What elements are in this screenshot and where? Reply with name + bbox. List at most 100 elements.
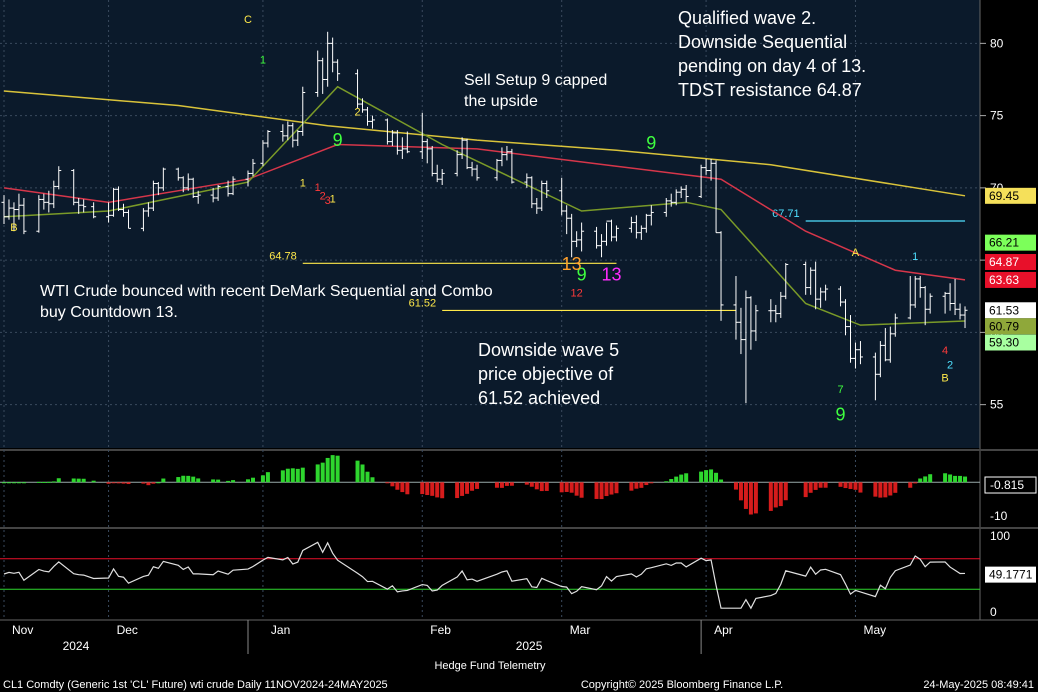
histogram-bar — [76, 478, 81, 483]
price-tick-label: 80 — [990, 36, 1004, 50]
histogram-bar — [669, 479, 674, 483]
histogram-bar — [370, 477, 375, 483]
histogram-bar — [245, 479, 250, 483]
histogram-bar — [768, 482, 773, 511]
histogram-bar — [524, 482, 529, 485]
histogram-bar — [191, 476, 196, 483]
histogram-bar — [91, 480, 96, 483]
histogram-bar — [405, 482, 410, 495]
histogram-bar — [733, 482, 738, 490]
histogram-bar — [121, 482, 126, 484]
histogram-bar — [494, 482, 499, 488]
right-price-label: 60.79 — [989, 319, 1019, 333]
histogram-bar — [574, 482, 579, 496]
histogram-bar — [360, 464, 365, 483]
footer-left: CL1 Comdty (Generic 1st 'CL' Future) wti… — [3, 679, 388, 691]
year-label: 2025 — [516, 639, 543, 653]
footer-copyright: Copyright© 2025 Bloomberg Finance L.P. — [581, 679, 783, 691]
histogram-bar — [858, 482, 863, 493]
histogram-bar — [330, 455, 335, 483]
histogram-bar — [908, 482, 913, 488]
histogram-bar — [639, 482, 644, 488]
histogram-bar — [186, 475, 191, 483]
histogram-bar — [883, 482, 888, 498]
demark-count: 3 — [325, 195, 331, 207]
histogram-bar — [853, 482, 858, 490]
histogram-bar — [81, 478, 86, 483]
wave-label: A — [852, 247, 860, 259]
histogram-bar — [813, 482, 818, 490]
histogram-bar — [748, 482, 753, 515]
histogram-bar — [385, 482, 390, 484]
demark-count: 9 — [333, 130, 343, 150]
histogram-bar — [265, 472, 270, 483]
oscillator-tick-label: 100 — [990, 529, 1010, 543]
histogram-bar — [400, 482, 405, 493]
histogram-bar — [509, 482, 514, 486]
histogram-bar — [878, 482, 883, 498]
histogram-bar — [390, 482, 395, 487]
date-tick-label: Jan — [271, 623, 290, 637]
histogram-bar — [699, 471, 704, 483]
wave-label: C — [244, 14, 252, 26]
histogram-bar — [2, 482, 6, 484]
histogram-bar — [818, 482, 823, 488]
histogram-bar — [465, 482, 470, 494]
histogram-bar — [838, 482, 843, 487]
demark-count: 2 — [947, 360, 953, 372]
histogram-bar — [753, 482, 758, 514]
histogram-bar — [41, 481, 46, 483]
histogram-bar — [943, 473, 948, 483]
histogram-bar — [250, 477, 255, 483]
histogram-bar — [295, 468, 300, 483]
demark-count: 1 — [300, 177, 306, 189]
level-label: 64.78 — [269, 250, 297, 262]
wave-label: B — [10, 222, 17, 234]
histogram-bar — [893, 482, 898, 493]
histogram-bar — [146, 482, 151, 486]
histogram-tick-label: -10 — [990, 509, 1008, 523]
right-price-label: 59.30 — [989, 336, 1019, 350]
histogram-bar — [848, 482, 853, 489]
histogram-bar — [280, 470, 285, 483]
date-tick-label: Nov — [12, 623, 33, 637]
histogram-bar — [420, 482, 425, 495]
histogram-bar — [714, 472, 719, 483]
histogram-bar — [16, 482, 21, 484]
histogram-bar — [226, 480, 231, 483]
histogram-bar — [46, 481, 51, 483]
histogram-panel — [0, 452, 980, 526]
right-price-label: 64.87 — [989, 255, 1019, 269]
date-tick-label: Apr — [714, 623, 733, 637]
histogram-bar — [181, 475, 186, 483]
right-price-label: 61.53 — [989, 303, 1019, 317]
histogram-bar — [778, 482, 783, 507]
date-tick-label: May — [863, 623, 886, 637]
histogram-bar — [36, 481, 41, 483]
footer-timestamp: 24-May-2025 08:49:41 — [923, 679, 1034, 691]
histogram-bar — [664, 481, 669, 483]
histogram-bar — [544, 482, 549, 491]
histogram-bar — [634, 482, 639, 489]
histogram-bar — [674, 476, 679, 483]
footer-title: Hedge Fund Telemetry — [434, 660, 546, 672]
right-price-label: 66.21 — [989, 236, 1019, 250]
oscillator-tick-label: 0 — [990, 605, 997, 619]
histogram-bar — [6, 482, 11, 484]
histogram-bar — [285, 468, 290, 483]
date-tick-label: Feb — [430, 623, 451, 637]
date-tick-label: Dec — [117, 623, 138, 637]
histogram-bar — [216, 479, 221, 483]
demark-count: 9 — [836, 405, 846, 425]
histogram-bar — [430, 482, 435, 496]
wti-crude-chart: -10-0.815 10050049.1771 64.7861.5267.71 … — [0, 0, 1038, 692]
histogram-bar — [260, 475, 265, 483]
histogram-bar — [559, 482, 564, 493]
demark-count: 2 — [354, 107, 360, 119]
histogram-bar — [803, 482, 808, 498]
demark-count: 4 — [942, 345, 948, 357]
histogram-bar — [743, 482, 748, 509]
right-price-label: 69.45 — [989, 189, 1019, 203]
histogram-bar — [918, 478, 923, 483]
histogram-bar — [783, 482, 788, 501]
